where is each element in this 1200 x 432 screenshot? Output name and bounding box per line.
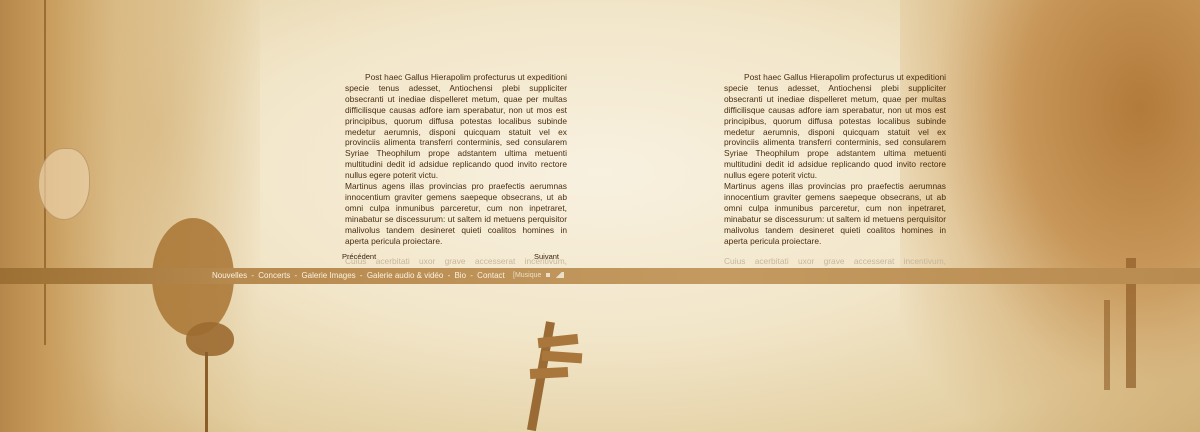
nav-separator: -	[294, 271, 298, 280]
nav-item-nouvelles[interactable]: Nouvelles	[212, 271, 247, 280]
poppy-flower-illustration	[186, 322, 234, 356]
woman-face-illustration	[38, 148, 90, 220]
paragraph: Martinus agens illas provincias pro prae…	[724, 181, 946, 246]
music-label: [Musique	[513, 272, 542, 279]
signpost-board	[529, 367, 569, 379]
menu-bar	[0, 268, 1200, 284]
nav-separator: -	[447, 271, 451, 280]
main-navigation: Nouvelles - Concerts - Galerie Images - …	[212, 271, 505, 280]
nav-separator: -	[470, 271, 473, 280]
nav-item-contact[interactable]: Contact	[477, 271, 505, 280]
flower-stem	[205, 352, 208, 432]
tree-trunk	[1104, 300, 1110, 390]
content-column-left: Post haec Gallus Hierapolim profecturus …	[345, 72, 567, 277]
nav-separator: -	[251, 271, 255, 280]
next-link[interactable]: Suivant	[534, 252, 559, 261]
nav-item-galerie-images[interactable]: Galerie Images	[301, 271, 355, 280]
nav-item-concerts[interactable]: Concerts	[258, 271, 290, 280]
stop-icon[interactable]	[546, 273, 551, 278]
left-decorative-artwork	[0, 0, 260, 432]
volume-icon[interactable]	[554, 272, 565, 279]
paragraph: Martinus agens illas provincias pro prae…	[345, 181, 567, 246]
nav-item-bio[interactable]: Bio	[454, 271, 466, 280]
previous-link[interactable]: Précédent	[342, 252, 376, 261]
music-control: [Musique	[513, 272, 565, 279]
content-column-right: Post haec Gallus Hierapolim profecturus …	[724, 72, 946, 277]
paragraph: Post haec Gallus Hierapolim profecturus …	[724, 72, 946, 181]
nav-separator: -	[359, 271, 363, 280]
nav-item-galerie-audio-video[interactable]: Galerie audio & vidéo	[367, 271, 444, 280]
paragraph: Post haec Gallus Hierapolim profecturus …	[345, 72, 567, 181]
